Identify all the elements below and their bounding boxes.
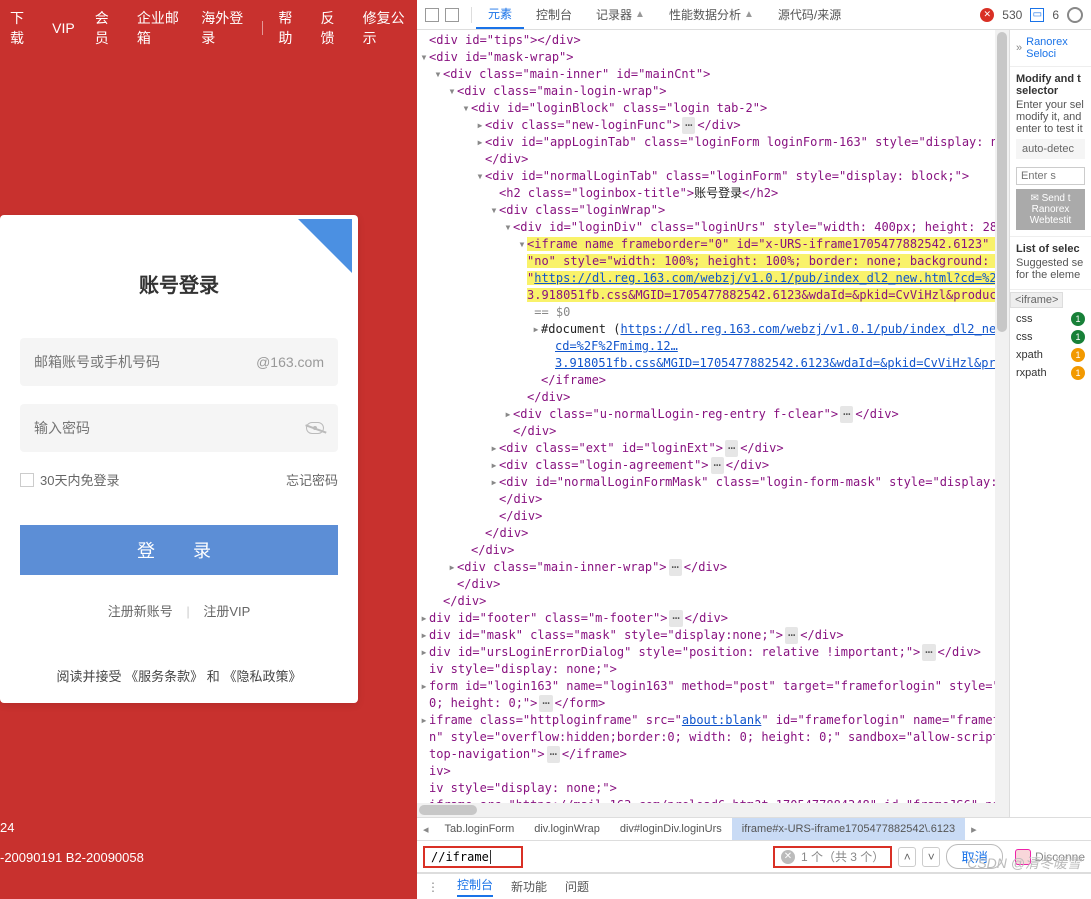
- nav-item[interactable]: 修复公示: [363, 8, 407, 48]
- drawer-tab-issues[interactable]: 问题: [565, 878, 589, 895]
- privacy-link[interactable]: 《隐私政策》: [223, 669, 301, 684]
- nav-item[interactable]: 反馈: [321, 8, 343, 48]
- login-card: 账号登录 @163.com 30天内免登录 忘记密码 登 录 注册新账号 |: [0, 215, 358, 703]
- scrollbar-vertical[interactable]: [995, 30, 1009, 803]
- tos-link[interactable]: 《服务条款》: [125, 669, 203, 684]
- side-title[interactable]: Ranorex Seloci: [1010, 30, 1091, 67]
- info-badge-icon[interactable]: ▭: [1030, 8, 1044, 22]
- selector-item[interactable]: css1: [1010, 310, 1091, 328]
- tab-sources[interactable]: 源代码/来源: [766, 0, 853, 29]
- elements-tree[interactable]: <div id="tips"></div> <div id="mask-wrap…: [417, 30, 1009, 817]
- tab-recorder[interactable]: 记录器▲: [584, 0, 657, 29]
- password-row: [20, 404, 338, 452]
- nav-item[interactable]: 下载: [10, 8, 32, 48]
- checkbox-icon: [20, 473, 34, 487]
- qr-login-icon[interactable]: [298, 219, 352, 273]
- tab-elements[interactable]: 元素: [476, 0, 524, 29]
- inspect-icon[interactable]: [425, 8, 439, 22]
- terms-text: 阅读并接受 《服务条款》 和 《隐私政策》: [20, 666, 338, 685]
- scrollbar-horizontal[interactable]: [417, 803, 1009, 817]
- clear-icon[interactable]: ✕: [781, 850, 795, 864]
- remember-label: 30天内免登录: [40, 470, 119, 489]
- match-count: ✕ 1 个（共 3 个）: [773, 846, 892, 868]
- selector-input[interactable]: [1016, 167, 1085, 185]
- next-match-icon[interactable]: ˅: [922, 847, 940, 867]
- search-input[interactable]: //iframe: [423, 846, 523, 868]
- settings-icon[interactable]: [1067, 7, 1083, 23]
- list-desc: Suggested se for the eleme: [1016, 257, 1085, 281]
- side-heading: Modify and t: [1016, 73, 1085, 85]
- login-button[interactable]: 登 录: [20, 525, 338, 575]
- nav-item[interactable]: 企业邮箱: [137, 8, 181, 48]
- register-vip-link[interactable]: 注册VIP: [203, 604, 250, 619]
- side-panel: Ranorex Seloci Modify and t selector Ent…: [1009, 30, 1091, 817]
- send-button[interactable]: ✉ Send t Ranorex Webtestit: [1016, 189, 1085, 230]
- selector-item[interactable]: rxpath1: [1010, 364, 1091, 382]
- crumb-item[interactable]: Tab.loginForm: [435, 818, 525, 840]
- crumb-item[interactable]: div#loginDiv.loginUrs: [610, 818, 732, 840]
- remember-checkbox[interactable]: 30天内免登录: [20, 470, 119, 489]
- drawer-tab-new[interactable]: 新功能: [511, 878, 547, 895]
- crumb-item[interactable]: div.loginWrap: [524, 818, 610, 840]
- selector-item[interactable]: css1: [1010, 328, 1091, 346]
- crumb-prev-icon[interactable]: ◂: [417, 823, 435, 836]
- footer-text: 24 -20090191 B2-20090058: [0, 816, 144, 875]
- devtools-panel: 元素 控制台 记录器▲ 性能数据分析▲ 源代码/来源 ✕ 530 ▭ 6 <di…: [417, 0, 1091, 899]
- devtools-tabs: 元素 控制台 记录器▲ 性能数据分析▲ 源代码/来源 ✕ 530 ▭ 6: [417, 0, 1091, 30]
- drawer-tab-console[interactable]: 控制台: [457, 876, 493, 897]
- error-badge-icon[interactable]: ✕: [980, 8, 994, 22]
- selector-item[interactable]: xpath1: [1010, 346, 1091, 364]
- crumb-item-selected[interactable]: iframe#x-URS-iframe1705477882542\.6123: [732, 818, 965, 840]
- forgot-password-link[interactable]: 忘记密码: [286, 470, 338, 489]
- side-desc: Enter your sel modify it, and enter to t…: [1016, 99, 1085, 135]
- mode-select[interactable]: auto-detec: [1016, 139, 1085, 159]
- info-count: 6: [1052, 8, 1059, 22]
- password-input[interactable]: [34, 420, 306, 436]
- toggle-password-icon[interactable]: [306, 422, 324, 434]
- more-icon[interactable]: ⋮: [427, 880, 439, 894]
- nav-item[interactable]: 会员: [95, 8, 117, 48]
- nav-item[interactable]: 帮助: [278, 8, 300, 48]
- list-title: List of selec: [1016, 243, 1085, 255]
- drawer-tabs: ⋮ 控制台 新功能 问题: [417, 873, 1091, 899]
- domain-suffix: @163.com: [256, 354, 324, 370]
- element-tag: <iframe>: [1010, 292, 1063, 308]
- tab-performance[interactable]: 性能数据分析▲: [657, 0, 766, 29]
- watermark: CSDN @清冬暖雪: [967, 853, 1081, 873]
- tab-console[interactable]: 控制台: [524, 0, 584, 29]
- error-count: 530: [1002, 8, 1022, 22]
- divider: [262, 21, 263, 35]
- username-input[interactable]: [34, 354, 256, 370]
- device-icon[interactable]: [445, 8, 459, 22]
- prev-match-icon[interactable]: ˄: [898, 847, 916, 867]
- username-row: @163.com: [20, 338, 338, 386]
- separator: |: [186, 604, 189, 619]
- nav-item[interactable]: VIP: [52, 20, 75, 36]
- crumb-next-icon[interactable]: ▸: [965, 823, 983, 836]
- breadcrumb: ◂ Tab.loginForm div.loginWrap div#loginD…: [417, 817, 1091, 841]
- side-heading: selector: [1016, 85, 1085, 97]
- nav-item[interactable]: 海外登录: [201, 8, 245, 48]
- register-link[interactable]: 注册新账号: [108, 604, 173, 619]
- top-nav: 下载 VIP 会员 企业邮箱 海外登录 帮助 反馈 修复公示: [0, 0, 417, 56]
